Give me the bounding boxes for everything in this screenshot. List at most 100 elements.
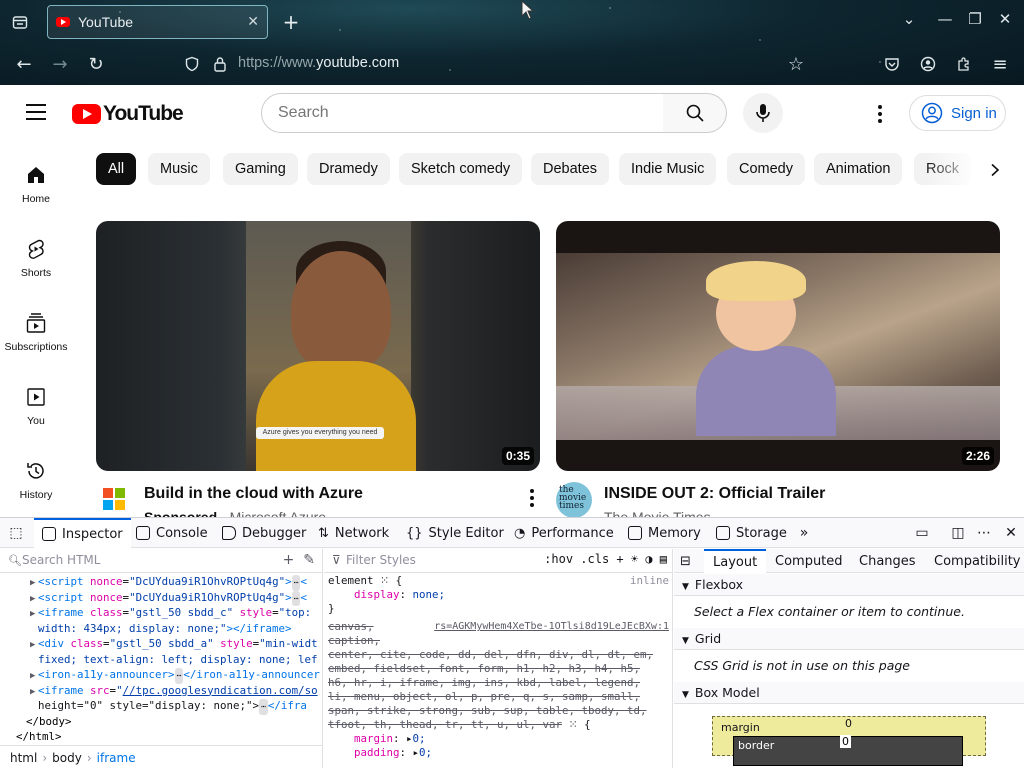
bookmark-star-icon[interactable]: ☆: [784, 52, 808, 76]
youtube-logo[interactable]: YouTube: [72, 102, 184, 126]
channel-name[interactable]: Microsoft Azure: [230, 509, 326, 517]
window-close-icon[interactable]: ✕: [995, 10, 1015, 28]
tab-layout[interactable]: Layout: [704, 549, 767, 573]
sign-in-button[interactable]: Sign in: [909, 95, 1006, 131]
chip-all[interactable]: All: [96, 153, 137, 185]
search-html-input[interactable]: 🔍︎ Search HTML + ✎: [0, 549, 323, 573]
sidebar-toggle-icon[interactable]: ⊟: [680, 549, 691, 573]
forward-arrow-icon[interactable]: →: [48, 52, 72, 76]
search-button[interactable]: [663, 93, 727, 133]
declaration[interactable]: display: none;: [328, 588, 673, 602]
add-node-and-eyedropper-icons[interactable]: + ✎: [283, 552, 315, 568]
toggle-sidebar-icon[interactable]: ▭: [914, 525, 930, 541]
search-input[interactable]: [262, 94, 663, 132]
minimize-icon[interactable]: —: [935, 10, 955, 28]
channel-name[interactable]: The Movie Times: [604, 509, 711, 517]
url-bar[interactable]: https://www.youtube.com: [238, 55, 399, 71]
settings-menu-icon[interactable]: [868, 102, 892, 126]
sidebar-item-you[interactable]: You: [0, 369, 72, 443]
sidebar-item-shorts[interactable]: Shorts: [0, 221, 72, 295]
channel-avatar[interactable]: the movie times: [556, 482, 592, 517]
chip-debates[interactable]: Debates: [531, 153, 610, 185]
new-tab-button[interactable]: +: [280, 10, 302, 34]
rules-panel: ⊽ Filter Styles :hov .cls + ☀ ◑ ▤ elemen…: [324, 549, 673, 768]
chip-sketch-comedy[interactable]: Sketch comedy: [399, 153, 523, 185]
video-title[interactable]: Build in the cloud with Azure: [144, 485, 363, 503]
sidebar-item-subscriptions[interactable]: Subscriptions: [0, 295, 72, 369]
sidebar-item-history[interactable]: History: [0, 443, 72, 517]
markup-close-body[interactable]: </body>: [0, 714, 323, 730]
video-title[interactable]: INSIDE OUT 2: Official Trailer: [604, 485, 825, 503]
account-icon[interactable]: [916, 52, 940, 76]
devtools-close-icon[interactable]: ✕: [1003, 525, 1019, 541]
video-duration: 0:35: [501, 447, 534, 465]
markup-node-selected[interactable]: ▶ <iframe src="//tpc.googlesyndication.co…: [0, 683, 323, 699]
tab-inspector[interactable]: Inspector: [34, 518, 131, 548]
voice-search-button[interactable]: [743, 93, 783, 133]
back-arrow-icon[interactable]: ←: [12, 52, 36, 76]
list-all-tabs-icon[interactable]: ⌄: [899, 10, 919, 28]
markup-node[interactable]: ▶ <script nonce="DcUYdua9iR1OhvROPtUq4g">…: [0, 574, 323, 591]
element-picker-icon[interactable]: ⬚: [8, 525, 24, 541]
tab-storage[interactable]: Storage: [716, 518, 787, 548]
chip-indie-music[interactable]: Indie Music: [619, 153, 717, 185]
reload-icon[interactable]: ↻: [84, 52, 108, 76]
tab-debugger[interactable]: Debugger: [222, 518, 306, 548]
browser-chrome: YouTube ✕ + ⌄ — ❐ ✕ ← → ↻ https://www.yo…: [0, 0, 1024, 85]
declaration[interactable]: margin: ▸0;: [328, 732, 673, 746]
youtube-play-logo-icon: [72, 104, 101, 124]
chip-comedy[interactable]: Comedy: [727, 153, 805, 185]
channel-avatar[interactable]: [103, 488, 125, 510]
chip-animation[interactable]: Animation: [814, 153, 903, 185]
box-model-border-top[interactable]: 0: [840, 735, 851, 748]
dock-options-icon[interactable]: ◫: [950, 525, 966, 541]
chip-gaming[interactable]: Gaming: [223, 153, 298, 185]
tab-changes[interactable]: Changes: [859, 549, 916, 573]
filter-styles-input[interactable]: ⊽ Filter Styles :hov .cls + ☀ ◑ ▤: [324, 549, 673, 573]
pocket-icon[interactable]: [880, 52, 904, 76]
chip-next-arrow-icon[interactable]: [983, 158, 1007, 182]
section-box-model[interactable]: ▼ Box Model: [674, 682, 1024, 704]
video-thumbnail[interactable]: Azure gives you everything you need 0:35: [96, 221, 540, 471]
tab-style-editor[interactable]: {} Style Editor: [406, 518, 504, 548]
tab-close-icon[interactable]: ✕: [247, 14, 259, 30]
app-menu-icon[interactable]: ≡: [988, 52, 1012, 76]
shield-icon[interactable]: [180, 52, 204, 76]
markup-node[interactable]: ▶ <iron-a11y-announcer> ⋯ </iron-a11y-annou…: [0, 667, 323, 684]
tab-computed[interactable]: Computed: [775, 549, 843, 573]
devtools-menu-icon[interactable]: ⋯: [976, 525, 992, 541]
restore-icon[interactable]: ❐: [965, 10, 985, 28]
rule-element[interactable]: element ⁙ {inline: [328, 574, 673, 588]
lock-icon[interactable]: [208, 52, 232, 76]
markup-panel: 🔍︎ Search HTML + ✎ ▶ <script nonce="DcUYd…: [0, 549, 323, 768]
markup-node[interactable]: ▶ <iframe class="gstl_50 sbdd_c" style="t…: [0, 605, 323, 621]
tab-console[interactable]: Console: [136, 518, 208, 548]
declaration[interactable]: padding: ▸0;: [328, 746, 673, 760]
rule-source-link[interactable]: rs=AGKMywHem4XeTbe-1OTlsi8d19LeJEcBXw:1: [434, 620, 669, 634]
box-model-margin-top[interactable]: 0: [845, 717, 852, 730]
browser-tab-youtube[interactable]: YouTube ✕: [47, 5, 268, 39]
more-tools-chevron-icon[interactable]: »: [796, 525, 812, 541]
markup-node[interactable]: ▶ <div class="gstl_50 sbdd_a" style="min-…: [0, 636, 323, 652]
ua-rule-selector[interactable]: canvas, rs=AGKMywHem4XeTbe-1OTlsi8d19LeJE…: [328, 620, 673, 634]
extensions-icon[interactable]: [952, 52, 976, 76]
breadcrumb-html[interactable]: html: [10, 751, 37, 765]
tab-compatibility[interactable]: Compatibility: [934, 549, 1024, 573]
markup-node[interactable]: ▶ <script nonce="DcUYdua9iR1OhvROPtUq4g">…: [0, 590, 323, 606]
sidebar-item-home[interactable]: Home: [0, 147, 72, 221]
tab-list-icon[interactable]: [8, 10, 32, 34]
chip-music[interactable]: Music: [148, 153, 210, 185]
breadcrumb-body[interactable]: body: [52, 751, 82, 765]
tab-performance[interactable]: ◔ Performance: [514, 518, 614, 548]
rules-options[interactable]: :hov .cls + ☀ ◑ ▤: [544, 552, 667, 566]
section-flexbox[interactable]: ▼ Flexbox: [674, 574, 1024, 596]
chip-dramedy[interactable]: Dramedy: [307, 153, 390, 185]
tab-network[interactable]: ⇅ Network: [318, 518, 389, 548]
video-thumbnail[interactable]: 2:26: [556, 221, 1000, 471]
breadcrumb-iframe[interactable]: iframe: [97, 751, 136, 765]
markup-close-html[interactable]: </html>: [0, 729, 323, 744]
video-menu-icon[interactable]: [520, 486, 544, 510]
guide-menu-icon[interactable]: [26, 104, 46, 120]
section-grid[interactable]: ▼ Grid: [674, 628, 1024, 650]
tab-memory[interactable]: Memory: [628, 518, 701, 548]
